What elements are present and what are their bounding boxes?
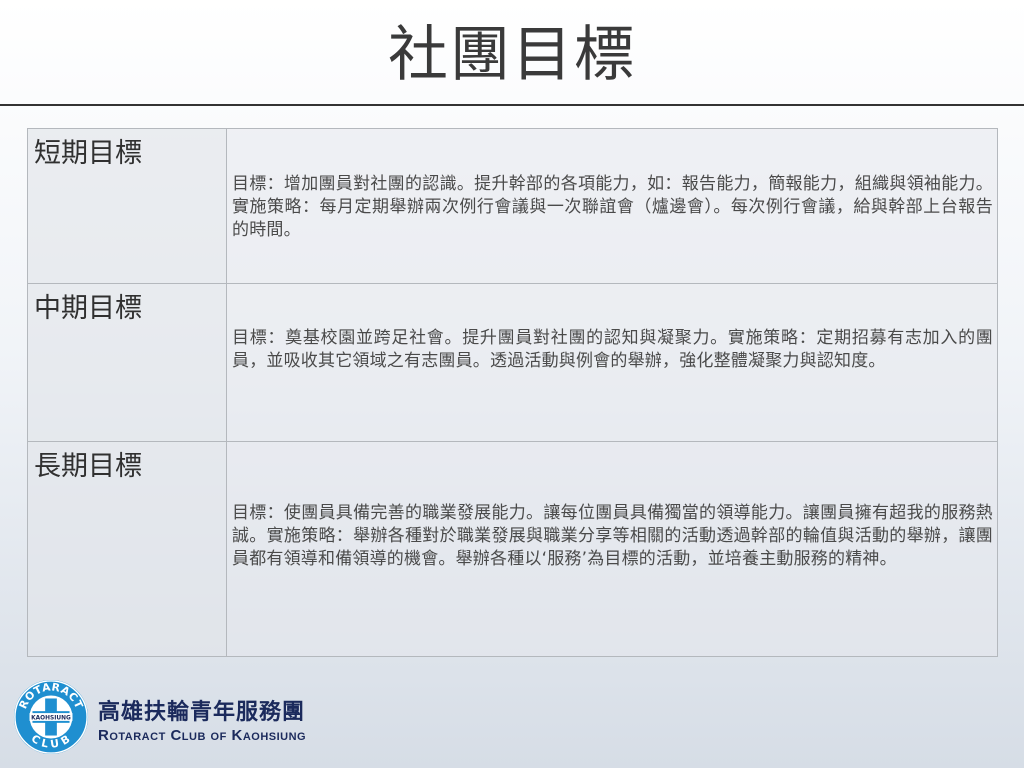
rotaract-logo-icon: ROTARACT KAOHSIUNG CLUB: [13, 679, 89, 755]
slide-title: 社團目標: [388, 20, 636, 90]
goal-label-cell: 中期目標: [27, 283, 227, 442]
logo-middle-text: KAOHSIUNG: [31, 715, 71, 721]
goal-row-mid-term: 中期目標 目標：奠基校園並跨足社會。提升團員對社團的認知與凝聚力。實施策略：定期…: [27, 283, 998, 442]
goal-content-cell: 目標：奠基校園並跨足社會。提升團員對社團的認知與凝聚力。實施策略：定期招募有志加…: [226, 283, 998, 442]
goal-label-mid-term: 中期目標: [34, 293, 142, 324]
goal-label-short-term: 短期目標: [34, 138, 142, 169]
club-name-chinese: 高雄扶輪青年服務團: [98, 700, 306, 725]
goal-row-long-term: 長期目標 目標：使團員具備完善的職業發展能力。讓每位團員具備獨當的領導能力。讓團…: [27, 441, 998, 657]
goal-label-cell: 長期目標: [27, 441, 227, 657]
goal-text-mid-term: 目標：奠基校園並跨足社會。提升團員對社團的認知與凝聚力。實施策略：定期招募有志加…: [232, 328, 993, 371]
title-divider: [0, 104, 1024, 106]
footer-club-name: 高雄扶輪青年服務團 Rotaract Club of Kaohsiung: [98, 700, 306, 746]
goal-label-cell: 短期目標: [27, 128, 227, 284]
goal-content-cell: 目標：使團員具備完善的職業發展能力。讓每位團員具備獨當的領導能力。讓團員擁有超我…: [226, 441, 998, 657]
club-name-english: Rotaract Club of Kaohsiung: [98, 727, 307, 744]
goals-table: 短期目標 目標：增加團員對社團的認識。提升幹部的各項能力，如：報告能力，簡報能力…: [27, 128, 998, 657]
goal-content-cell: 目標：增加團員對社團的認識。提升幹部的各項能力，如：報告能力，簡報能力，組織與領…: [226, 128, 998, 284]
goal-label-long-term: 長期目標: [34, 451, 142, 482]
goal-text-short-term: 目標：增加團員對社團的認識。提升幹部的各項能力，如：報告能力，簡報能力，組織與領…: [232, 174, 993, 240]
goal-row-short-term: 短期目標 目標：增加團員對社團的認識。提升幹部的各項能力，如：報告能力，簡報能力…: [27, 128, 998, 284]
goal-text-long-term: 目標：使團員具備完善的職業發展能力。讓每位團員具備獨當的領導能力。讓團員擁有超我…: [232, 503, 993, 569]
